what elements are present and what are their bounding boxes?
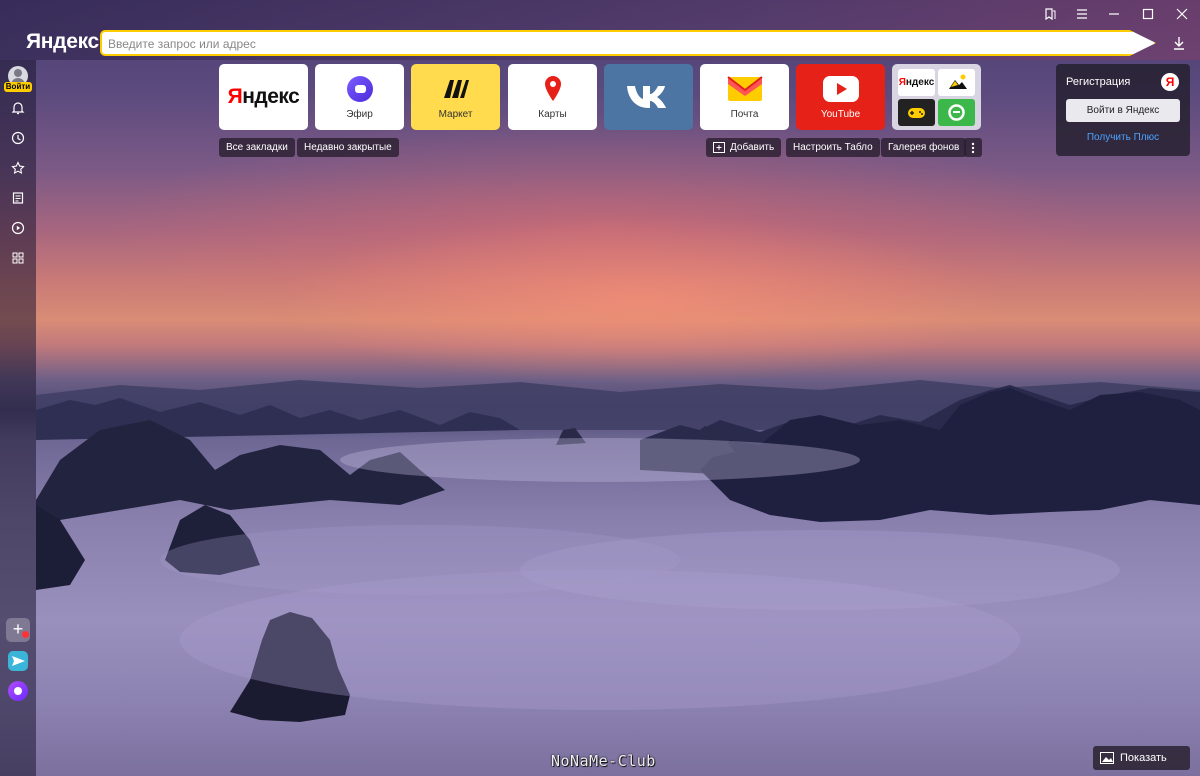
tile-market[interactable]: Маркет <box>411 64 500 130</box>
messenger-app-icon[interactable] <box>8 651 28 671</box>
address-bar[interactable] <box>100 30 1156 56</box>
recently-closed-button[interactable]: Недавно закрытые <box>297 138 399 157</box>
download-icon[interactable] <box>1170 34 1188 52</box>
bookmarks-icon[interactable] <box>1040 6 1060 22</box>
menu-icon[interactable] <box>1072 6 1092 22</box>
vk-logo-icon <box>604 64 693 130</box>
more-options-button[interactable] <box>964 138 982 157</box>
alice-assistant-icon[interactable] <box>8 681 28 701</box>
maps-pin-icon <box>508 64 597 114</box>
history-icon[interactable] <box>8 128 28 148</box>
plus-box-icon <box>713 142 725 153</box>
gallery-icon[interactable] <box>938 69 975 96</box>
add-panel-button[interactable]: + <box>6 618 30 642</box>
tile-label: Эфир <box>346 109 373 120</box>
bell-icon[interactable] <box>8 98 28 118</box>
image-icon <box>1100 752 1114 764</box>
youtube-play-icon <box>796 64 885 114</box>
tile-vk[interactable] <box>604 64 693 130</box>
background-gallery-button[interactable]: Галерея фонов <box>881 138 967 157</box>
tile-group[interactable]: Яндекс <box>892 64 981 130</box>
login-badge[interactable]: Войти <box>4 82 32 92</box>
green-app-icon[interactable] <box>938 99 975 126</box>
yandex-logo: Яндекс <box>227 85 300 108</box>
panel-title: Регистрация <box>1066 76 1131 88</box>
tile-yandex[interactable]: Яндекс <box>219 64 308 130</box>
tile-label: Почта <box>730 109 759 120</box>
play-icon[interactable] <box>8 218 28 238</box>
tile-label: Карты <box>538 109 567 120</box>
watermark-text: NoNaMe-Club <box>551 752 656 770</box>
account-panel: Регистрация Я Войти в Яндекс Получить Пл… <box>1056 64 1190 156</box>
show-background-button[interactable]: Показать фон <box>1093 746 1190 770</box>
mini-tile-yandex[interactable]: Яндекс <box>898 69 935 96</box>
tile-youtube[interactable]: YouTube <box>796 64 885 130</box>
add-tile-button[interactable]: Добавить <box>706 138 782 157</box>
tile-mail[interactable]: Почта <box>700 64 789 130</box>
minimize-icon[interactable] <box>1104 6 1124 22</box>
maximize-icon[interactable] <box>1138 6 1158 22</box>
notification-dot <box>22 631 29 638</box>
all-bookmarks-button[interactable]: Все закладки <box>219 138 295 157</box>
address-input[interactable] <box>108 35 1108 53</box>
browser-brand[interactable]: Яндекс <box>26 30 99 54</box>
efir-icon <box>315 64 404 114</box>
tile-maps[interactable]: Карты <box>508 64 597 130</box>
tile-efir[interactable]: Эфир <box>315 64 404 130</box>
close-icon[interactable] <box>1172 6 1192 22</box>
market-icon <box>411 64 500 114</box>
tile-label: Маркет <box>438 109 473 120</box>
yandex-ya-icon: Я <box>1161 73 1179 91</box>
login-yandex-button[interactable]: Войти в Яндекс <box>1066 99 1180 122</box>
get-plus-link[interactable]: Получить Плюс <box>1056 132 1190 143</box>
mail-envelope-icon <box>700 64 789 114</box>
games-gamepad-icon[interactable] <box>898 99 935 126</box>
apps-grid-icon[interactable] <box>8 248 28 268</box>
customize-tablo-button[interactable]: Настроить Табло <box>786 138 880 157</box>
vertical-dots-icon <box>971 142 975 154</box>
star-icon[interactable] <box>8 158 28 178</box>
tile-label: YouTube <box>820 109 861 120</box>
background-wallpaper <box>0 0 1200 776</box>
notes-icon[interactable] <box>8 188 28 208</box>
add-tile-label: Добавить <box>730 142 775 153</box>
